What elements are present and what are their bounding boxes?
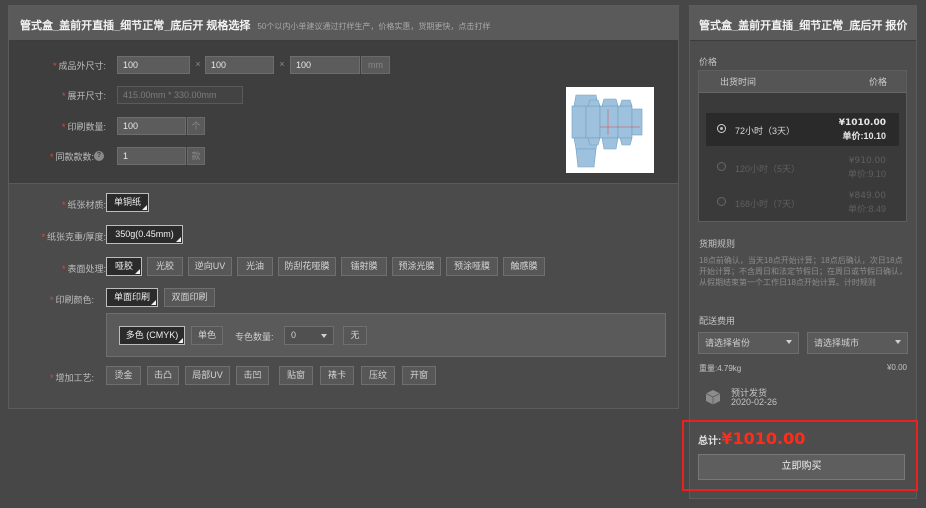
city-placeholder: 请选择城市 (814, 338, 860, 348)
city-select[interactable]: 请选择城市 (807, 332, 908, 354)
styles-input[interactable]: 1 (117, 147, 186, 165)
surface-option-precoat-gloss[interactable]: 预涂光膜 (392, 257, 441, 276)
size-label: * 成品外尺寸: (52, 61, 106, 71)
spot-count-select[interactable]: 0 (284, 326, 334, 345)
total-amount: ¥1010.00 (721, 429, 806, 448)
qty-label: * 印刷数量: (61, 122, 106, 132)
row-price: ¥1010.00 (838, 118, 886, 128)
width-input[interactable]: 100 (205, 56, 274, 74)
buy-now-button[interactable]: 立即购买 (698, 454, 905, 480)
row-unit-price: 单价:10.10 (842, 131, 886, 141)
unfold-label: * 展开尺寸: (61, 91, 106, 101)
price-section-label: 价格 (699, 57, 718, 67)
craft-option-window[interactable]: 开窗 (402, 366, 436, 385)
row-time: 120小时（5天） (735, 164, 801, 174)
radio-unselected[interactable] (717, 162, 726, 171)
col-price-header: 价格 (868, 77, 887, 87)
craft-option-deboss[interactable]: 击凹 (236, 366, 269, 385)
chevron-down-icon (786, 340, 792, 344)
delivery-title: 配送费用 (699, 316, 736, 326)
total-label: 总计: (698, 436, 722, 447)
shipping-fee: ¥0.00 (886, 363, 907, 372)
box-dieline-diagram (566, 87, 654, 173)
ship-date: 2020-02-26 (731, 397, 778, 407)
chevron-down-icon (895, 340, 901, 344)
surface-label: * 表面处理: (61, 264, 106, 274)
total-row: 总计:¥1010.00 (698, 429, 805, 448)
times-sign: × (195, 59, 201, 69)
col-time-header: 出货时间 (720, 77, 757, 87)
radio-unselected[interactable] (717, 197, 726, 206)
row-time: 168小时（7天） (735, 199, 801, 209)
spec-panel: 管式盒_盖前开直插_细节正常_底后开 规格选择 50个以内小单建议通过打样生产，价… (8, 5, 679, 409)
surface-option-touch-film[interactable]: 触感膜 (503, 257, 545, 276)
paper-option[interactable]: 单铜纸 (106, 193, 149, 212)
row-price: ¥910.00 (848, 156, 886, 166)
price-table: 出货时间 价格 72小时（3天） ¥1010.00 单价:10.10 120小时… (698, 70, 907, 222)
surface-option-laser-film[interactable]: 镭射膜 (341, 257, 387, 276)
surface-option-reverse-uv[interactable]: 逆向UV (188, 257, 232, 276)
rules-link[interactable]: 计时规则 (844, 278, 876, 287)
spec-title-text: 管式盒_盖前开直插_细节正常_底后开 规格选择 (20, 20, 251, 32)
spot-none-option[interactable]: 无 (343, 326, 367, 345)
province-select[interactable]: 请选择省份 (698, 332, 799, 354)
print-color-label: * 印刷颜色: (49, 295, 94, 305)
radio-selected[interactable] (717, 124, 726, 133)
styles-unit: 款 (187, 147, 205, 165)
color-options-box: 多色 (CMYK) 单色 专色数量: 0 无 (106, 313, 666, 357)
surface-option-precoat-matte[interactable]: 预涂哑膜 (446, 257, 498, 276)
length-input[interactable]: 100 (117, 56, 190, 74)
weight-option[interactable]: 350g(0.45mm) (106, 225, 183, 244)
spec-title: 管式盒_盖前开直插_细节正常_底后开 规格选择 50个以内小单建议通过打样生产，价… (20, 17, 490, 33)
row-unit-price: 单价:9.10 (847, 169, 886, 179)
surface-option-matte[interactable]: 哑胶 (106, 257, 142, 276)
spec-subtitle-link[interactable]: 50个以内小单建议通过打样生产，价格实惠，货期更快，点击打样 (257, 22, 490, 31)
row-time: 72小时（3天） (735, 126, 796, 136)
times-sign: × (279, 59, 285, 69)
surface-option-scratch-film[interactable]: 防刮花哑膜 (278, 257, 336, 276)
rules-title: 货期规则 (699, 239, 736, 249)
package-icon (704, 388, 722, 406)
craft-option-emboss[interactable]: 击凸 (147, 366, 179, 385)
cmyk-option[interactable]: 多色 (CMYK) (119, 326, 185, 345)
qty-unit: 个 (187, 117, 205, 135)
craft-label: * 增加工艺: (49, 373, 94, 383)
spot-label: 专色数量: (235, 332, 274, 342)
size-unit: mm (361, 56, 390, 74)
spec-header: 管式盒_盖前开直插_细节正常_底后开 规格选择 50个以内小单建议通过打样生产，价… (9, 6, 678, 41)
row-price: ¥849.00 (848, 191, 886, 201)
height-input[interactable]: 100 (290, 56, 360, 74)
weight-label: * 纸张克重/厚度: (41, 232, 106, 242)
row-unit-price: 单价:8.49 (847, 204, 886, 214)
price-row[interactable]: 120小时（5天） ¥910.00 单价:9.10 (706, 151, 899, 184)
quote-title: 管式盒_盖前开直插_细节正常_底后开 报价 (699, 20, 908, 32)
craft-option-mount[interactable]: 裱卡 (320, 366, 354, 385)
craft-option-texture[interactable]: 压纹 (361, 366, 395, 385)
unfold-size-field: 415.00mm * 330.00mm (117, 86, 243, 104)
size-section: * 成品外尺寸: 100 × 100 × 100 mm * 展开尺寸: 415.00… (9, 41, 678, 184)
craft-option-foil[interactable]: 烫金 (106, 366, 141, 385)
quantity-input[interactable]: 100 (117, 117, 186, 135)
help-icon[interactable]: ? (94, 151, 104, 161)
styles-label: * 同款款数: (49, 152, 94, 162)
craft-option-spot-uv[interactable]: 局部UV (185, 366, 230, 385)
spot-count-value: 0 (291, 330, 297, 340)
price-row[interactable]: 168小时（7天） ¥849.00 单价:8.49 (706, 186, 899, 219)
craft-option-window-patch[interactable]: 贴窗 (279, 366, 313, 385)
mono-option[interactable]: 单色 (191, 326, 223, 345)
rules-text: 18点前确认，当天18点开始计算；18点后确认，次日18点开始计算；不含周日和法… (699, 255, 909, 288)
quote-header: 管式盒_盖前开直插_细节正常_底后开 报价 (690, 6, 916, 41)
price-row[interactable]: 72小时（3天） ¥1010.00 单价:10.10 (706, 113, 899, 146)
chevron-down-icon (321, 334, 327, 338)
dieline-icon (571, 94, 643, 168)
double-side-option[interactable]: 双面印刷 (164, 288, 215, 307)
weight-text: 重量:4.79kg (699, 364, 742, 373)
paper-label: * 纸张材质: (61, 200, 106, 210)
surface-option-gloss[interactable]: 光胶 (147, 257, 183, 276)
province-placeholder: 请选择省份 (705, 338, 751, 348)
single-side-option[interactable]: 单面印刷 (106, 288, 158, 307)
surface-option-varnish[interactable]: 光油 (237, 257, 273, 276)
price-table-header: 出货时间 价格 (699, 71, 906, 93)
